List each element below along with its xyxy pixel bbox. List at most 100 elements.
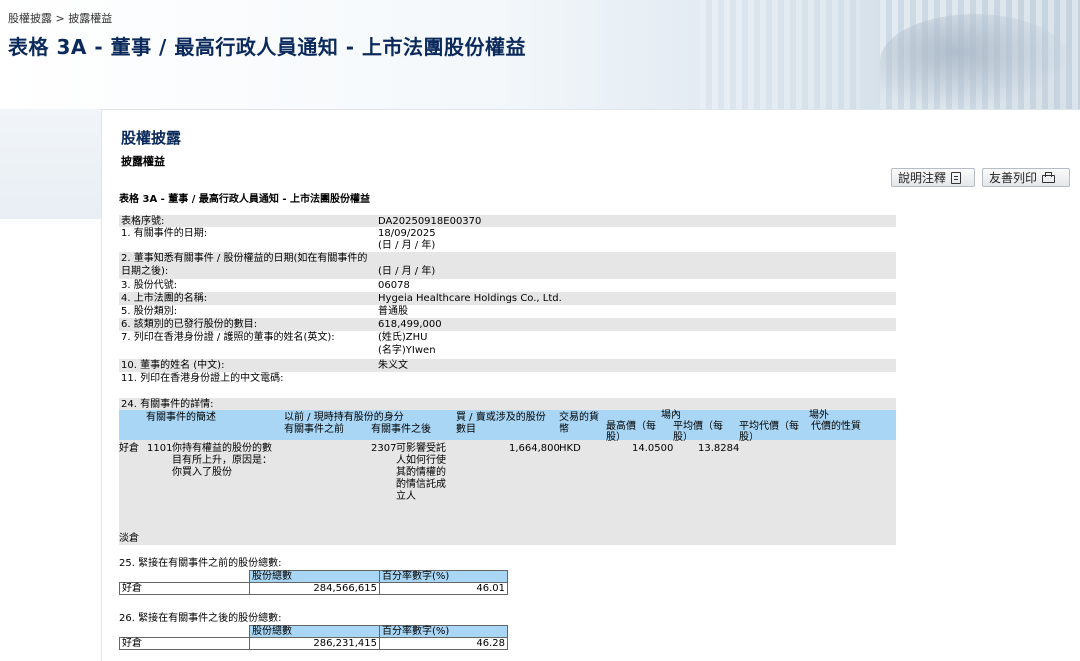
col-avg-price-2: 股）	[673, 432, 693, 443]
col-consideration-nature: 代價的性質	[811, 421, 861, 432]
percentage-value: 46.28	[379, 637, 508, 650]
field-label: 2. 董事知悉有關事件 / 股份權益的日期(如在有關事件的	[121, 253, 368, 264]
field-issued-shares: 6. 該類別的已發行股份的數目: 618,499,000	[119, 318, 896, 331]
col-total-shares: 股份總數	[249, 570, 380, 583]
form-title: 表格 3A - 董事 / 最高行政人員通知 - 上市法團股份權益	[119, 194, 371, 205]
shares-involved: 1,664,800	[509, 443, 560, 454]
field-label: 1. 有關事件的日期:	[121, 228, 208, 239]
page-title: 表格 3A - 董事 / 最高行政人員通知 - 上市法團股份權益	[8, 35, 527, 59]
col-high-price-2: 股）	[606, 432, 626, 443]
col-avg-consideration-2: 股）	[739, 432, 759, 443]
col-avg-consideration: 平均代價（每	[739, 421, 799, 432]
total-shares-value: 284,566,615	[249, 582, 380, 595]
field-value: 普通股	[378, 306, 408, 317]
field-value: DA20250918E00370	[378, 216, 482, 227]
date-format-hint: (日 / 月 / 年)	[378, 240, 436, 251]
capacity-after-desc: 酌情信託成	[396, 479, 446, 490]
table-row: 好倉 284,566,615 46.01	[119, 582, 508, 595]
field-value: 18/09/2025	[378, 228, 436, 239]
event-desc-line: 你持有權益的股份的數	[172, 443, 272, 454]
field-corp-name: 4. 上市法團的名稱: Hygeia Healthcare Holdings C…	[119, 292, 896, 305]
field-hkid-code: 11. 列印在香港身份證上的中文電碼:	[119, 372, 896, 385]
col-currency: 交易的貨	[559, 412, 599, 423]
percentage-value: 46.01	[379, 582, 508, 595]
row-label: 好倉	[119, 582, 250, 595]
field-director-name-en: 7. 列印在香港身份證 / 護照的董事的姓名(英文): (姓氏)ZHU (名字)…	[119, 331, 896, 359]
shares-before-table: 股份總數 百分率數字(%) 好倉 284,566,615 46.01	[119, 570, 508, 595]
content-panel: 股權披露 披露權益 說明注釋 友善列印 表格 3A - 董事 / 最高行政人員通…	[101, 109, 1080, 661]
avg-price: 13.8284	[698, 443, 740, 454]
col-shares: 買 / 賣或涉及的股份	[456, 412, 546, 423]
field-value: Hygeia Healthcare Holdings Co., Ltd.	[378, 293, 562, 304]
section-24-title: 24. 有關事件的詳情:	[121, 399, 214, 410]
field-label: 7. 列印在香港身份證 / 護照的董事的姓名(英文):	[121, 332, 335, 343]
position-type: 好倉	[119, 443, 139, 454]
row-label: 好倉	[119, 637, 250, 650]
capacity-after-desc: 可影響受託	[396, 443, 446, 454]
print-button-label: 友善列印	[989, 171, 1038, 185]
section-25-title: 25. 緊接在有關事件之前的股份總數:	[119, 558, 282, 569]
capacity-after-desc: 立人	[396, 491, 416, 502]
field-label: 6. 該類別的已發行股份的數目:	[121, 319, 258, 330]
table-header-row: 股份總數 百分率數字(%)	[119, 625, 508, 638]
currency: HKD	[559, 443, 581, 454]
high-price: 14.0500	[632, 443, 674, 454]
event-code: 1101	[147, 443, 173, 454]
breadcrumb: 股權披露 > 披露權益	[8, 12, 113, 25]
director-given-name: (名字)YIwen	[378, 345, 436, 356]
field-aware-date: 2. 董事知悉有關事件 / 股份權益的日期(如在有關事件的 日期之後): (日 …	[119, 252, 896, 279]
notes-button-label: 說明注釋	[898, 171, 947, 185]
col-shares-2: 數目	[456, 424, 476, 435]
field-label: 11. 列印在香港身份證上的中文電碼:	[121, 373, 284, 384]
col-after: 有關事件之後	[371, 424, 431, 435]
shares-after-table: 股份總數 百分率數字(%) 好倉 286,231,415 46.28	[119, 625, 508, 650]
field-value: 朱义文	[378, 360, 408, 371]
field-value: 618,499,000	[378, 319, 442, 330]
col-on-exchange: 場內	[661, 410, 681, 421]
table-row: 好倉 286,231,415 46.28	[119, 637, 508, 650]
field-share-class: 5. 股份類別: 普通股	[119, 305, 896, 318]
capacity-after-desc: 人如何行使	[396, 455, 446, 466]
date-format-hint: (日 / 月 / 年)	[378, 266, 436, 277]
table-corner	[119, 625, 250, 638]
col-before: 有關事件之前	[284, 424, 344, 435]
field-event-date: 1. 有關事件的日期: 18/09/2025 (日 / 月 / 年)	[119, 227, 896, 252]
print-button[interactable]: 友善列印	[982, 168, 1070, 187]
field-label: 10. 董事的姓名 (中文):	[121, 360, 225, 371]
col-currency-2: 幣	[559, 424, 569, 435]
banner-side-background	[0, 109, 101, 219]
section-title: 股權披露	[121, 129, 182, 147]
col-percentage: 百分率數字(%)	[379, 570, 508, 583]
col-high-price: 最高價（每	[606, 421, 656, 432]
field-label: 4. 上市法團的名稱:	[121, 293, 208, 304]
col-total-shares: 股份總數	[249, 625, 380, 638]
col-percentage: 百分率數字(%)	[379, 625, 508, 638]
table-corner	[119, 570, 250, 583]
capacity-after-code: 2307	[371, 443, 397, 454]
field-label: 3. 股份代號:	[121, 280, 178, 291]
col-off-exchange: 場外	[809, 410, 829, 421]
col-event: 有關事件的簡述	[146, 412, 216, 423]
event-details-section: 24. 有關事件的詳情: 有關事件的簡述 以前 / 現時持有股份的身分 有關事件…	[119, 398, 896, 545]
col-avg-price: 平均價（每	[673, 421, 723, 432]
field-value: 06078	[378, 280, 410, 291]
banner-building-graphic	[700, 0, 860, 109]
field-stock-code: 3. 股份代號: 06078	[119, 279, 896, 292]
document-icon	[951, 171, 962, 184]
banner-bull-image	[880, 14, 1070, 109]
field-serial: 表格序號: DA20250918E00370	[119, 215, 896, 227]
capacity-after-desc: 其酌情權的	[396, 467, 446, 478]
section-26-title: 26. 緊接在有關事件之後的股份總數:	[119, 613, 282, 624]
event-details-header: 有關事件的簡述 以前 / 現時持有股份的身分 有關事件之前 有關事件之後 買 /…	[119, 410, 896, 443]
col-capacity: 以前 / 現時持有股份的身分	[284, 412, 404, 423]
notes-button[interactable]: 說明注釋	[891, 168, 975, 187]
field-label: 5. 股份類別:	[121, 306, 178, 317]
field-label: 表格序號:	[121, 216, 165, 227]
total-shares-value: 286,231,415	[249, 637, 380, 650]
event-desc-line: 你買入了股份	[172, 467, 232, 478]
director-surname: (姓氏)ZHU	[378, 332, 428, 343]
event-desc-line: 目有所上升，原因是：	[172, 455, 272, 466]
printer-icon	[1042, 172, 1056, 183]
field-label-cont: 日期之後):	[121, 266, 169, 277]
short-position-label: 淡倉	[119, 533, 139, 544]
